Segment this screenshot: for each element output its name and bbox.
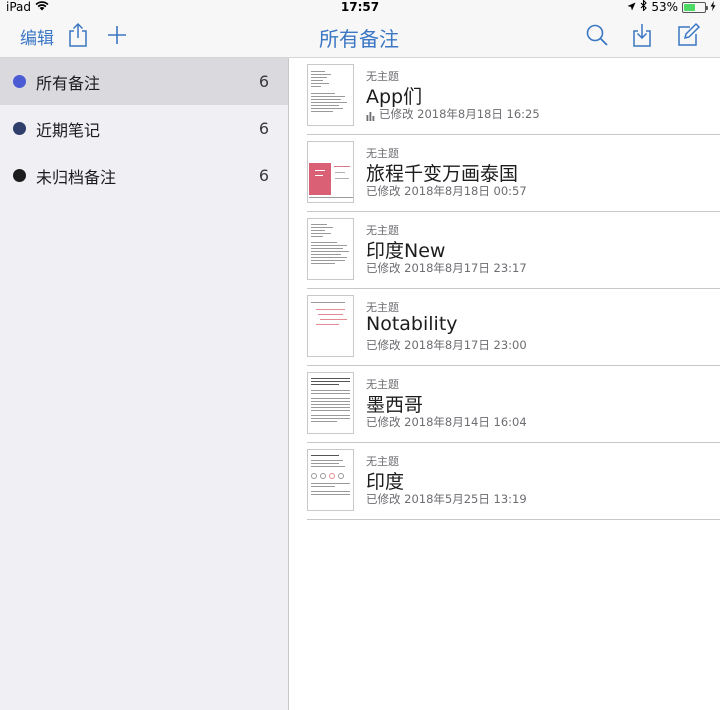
notes-list: 无主题 App们 已修改 2018年8月18日 16:25 无主题 旅程千变万画… (290, 58, 720, 710)
note-modified-date: 已修改 2018年8月18日 16:25 (379, 107, 540, 121)
note-row[interactable]: 无主题 印度 已修改 2018年5月25日 13:19 (290, 443, 720, 520)
note-thumbnail (307, 372, 354, 434)
note-thumbnail (307, 449, 354, 511)
sidebar-item-all-notes[interactable]: 所有备注 6 (0, 58, 288, 105)
note-modified-date: 已修改 2018年8月18日 00:57 (366, 184, 527, 198)
status-time: 17:57 (340, 0, 380, 14)
edit-button[interactable]: 编辑 (20, 24, 54, 49)
add-icon[interactable] (104, 22, 130, 48)
battery-icon (682, 1, 708, 13)
sidebar: 所有备注 6 近期笔记 6 未归档备注 6 (0, 58, 289, 710)
note-modified-date: 已修改 2018年5月25日 13:19 (366, 492, 527, 506)
bluetooth-icon (640, 0, 648, 14)
note-thumbnail (307, 64, 354, 126)
sidebar-item-count: 6 (258, 166, 269, 185)
note-title: 旅程千变万画泰国 (366, 163, 519, 185)
note-row[interactable]: 无主题 Notability 已修改 2018年8月17日 23:00 (290, 289, 720, 366)
note-thumbnail (307, 141, 354, 203)
note-modified-date: 已修改 2018年8月14日 16:04 (366, 415, 527, 429)
sidebar-item-label: 所有备注 (36, 73, 101, 93)
note-row[interactable]: 无主题 墨西哥 已修改 2018年8月14日 16:04 (290, 366, 720, 443)
note-title: 印度 (366, 471, 405, 493)
note-row[interactable]: 无主题 App们 已修改 2018年8月18日 16:25 (290, 58, 720, 135)
status-right: 53% (627, 0, 716, 14)
status-bar: iPad 17:57 53% (0, 0, 720, 16)
sidebar-item-label: 未归档备注 (36, 167, 117, 187)
search-icon[interactable] (584, 22, 610, 48)
note-meta: 已修改 2018年8月18日 16:25 (366, 106, 540, 122)
charging-bolt-icon (710, 0, 716, 14)
navigation-bar: 编辑 所有备注 (0, 16, 720, 58)
location-arrow-icon (627, 0, 636, 14)
sidebar-item-label: 近期笔记 (36, 120, 101, 140)
note-title: 印度New (366, 240, 446, 262)
note-title: App们 (366, 86, 423, 108)
note-thumbnail (307, 295, 354, 357)
import-icon[interactable] (630, 22, 656, 48)
folder-color-dot (13, 169, 26, 182)
note-row[interactable]: 无主题 旅程千变万画泰国 已修改 2018年8月18日 00:57 (290, 135, 720, 212)
sidebar-item-unfiled-notes[interactable]: 未归档备注 6 (0, 152, 288, 199)
audio-recording-icon (366, 110, 376, 121)
note-title: 墨西哥 (366, 394, 424, 416)
folder-color-dot (13, 122, 26, 135)
sidebar-item-count: 6 (258, 119, 269, 138)
folder-color-dot (13, 75, 26, 88)
note-row[interactable]: 无主题 印度New 已修改 2018年8月17日 23:17 (290, 212, 720, 289)
compose-icon[interactable] (675, 22, 701, 48)
sidebar-item-count: 6 (258, 72, 269, 91)
row-separator (307, 519, 720, 520)
note-title: Notability (366, 313, 458, 335)
note-meta: 已修改 2018年8月17日 23:00 (366, 337, 527, 353)
note-thumbnail (307, 218, 354, 280)
battery-percent: 53% (651, 0, 678, 14)
share-icon[interactable] (66, 22, 92, 48)
sidebar-item-recent-notes[interactable]: 近期笔记 6 (0, 105, 288, 152)
note-meta: 已修改 2018年8月17日 23:17 (366, 260, 527, 276)
note-meta: 已修改 2018年8月14日 16:04 (366, 414, 527, 430)
note-meta: 已修改 2018年8月18日 00:57 (366, 183, 527, 199)
note-meta: 已修改 2018年5月25日 13:19 (366, 491, 527, 507)
note-modified-date: 已修改 2018年8月17日 23:00 (366, 338, 527, 352)
note-modified-date: 已修改 2018年8月17日 23:17 (366, 261, 527, 275)
